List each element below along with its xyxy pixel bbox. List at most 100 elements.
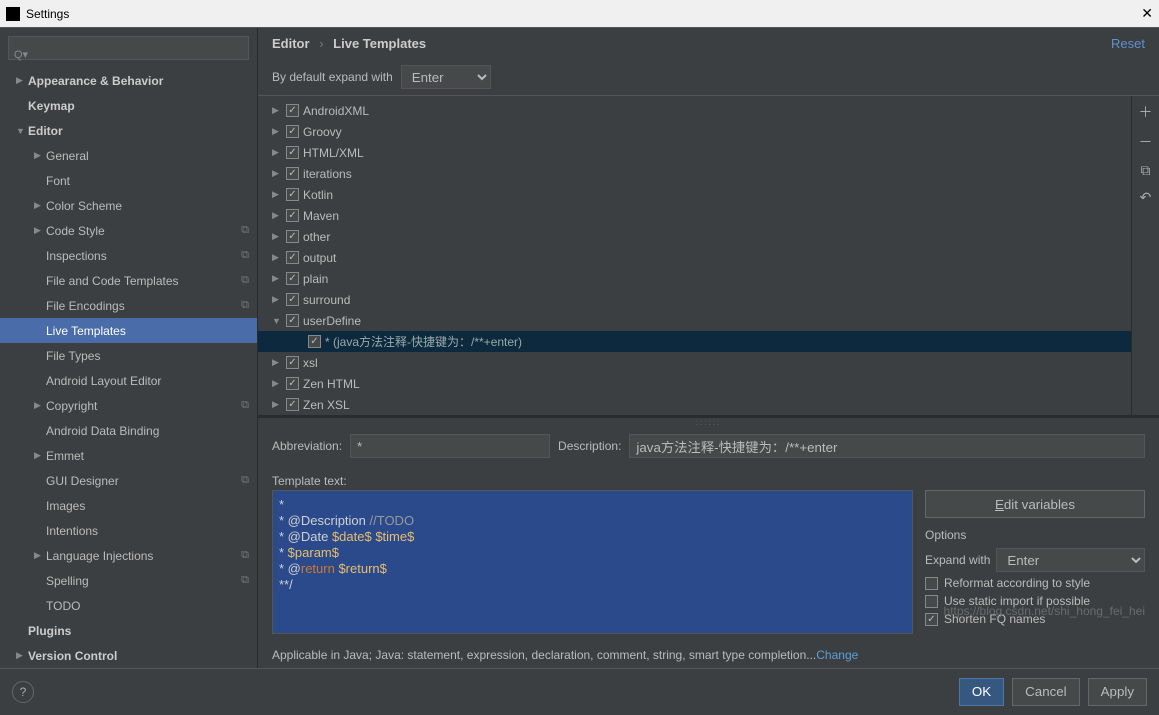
template-item[interactable]: HTML/XML xyxy=(258,142,1131,163)
sidebar-item-keymap[interactable]: Keymap xyxy=(0,93,257,118)
template-item[interactable]: Zen XSL xyxy=(258,394,1131,415)
ok-button[interactable]: OK xyxy=(959,678,1004,706)
expand-default-label: By default expand with xyxy=(272,70,393,84)
sidebar-item-general[interactable]: General xyxy=(0,143,257,168)
sidebar-item-emmet[interactable]: Emmet xyxy=(0,443,257,468)
edit-variables-button[interactable]: EEdit variablesdit variables xyxy=(925,490,1145,518)
chevron-icon xyxy=(272,126,282,137)
sidebar-item-spelling[interactable]: Spelling⧉ xyxy=(0,568,257,593)
resize-grip[interactable]: :::::: xyxy=(258,418,1159,426)
template-item[interactable]: Kotlin xyxy=(258,184,1131,205)
apply-button[interactable]: Apply xyxy=(1088,678,1147,706)
expand-with-select[interactable]: Enter xyxy=(996,548,1145,572)
change-context-link[interactable]: Change xyxy=(816,648,858,662)
scheme-icon: ⧉ xyxy=(241,399,249,412)
template-checkbox[interactable] xyxy=(308,335,321,348)
sidebar-item-plugins[interactable]: Plugins xyxy=(0,618,257,643)
sidebar-item-copyright[interactable]: Copyright⧉ xyxy=(0,393,257,418)
window-title: Settings xyxy=(26,7,69,21)
template-checkbox[interactable] xyxy=(286,272,299,285)
template-text-editor[interactable]: * * @Description //TODO * @Date $date$ $… xyxy=(272,490,913,634)
remove-icon[interactable]: － xyxy=(1139,132,1153,152)
template-checkbox[interactable] xyxy=(286,125,299,138)
sidebar-item-live-templates[interactable]: Live Templates xyxy=(0,318,257,343)
template-checkbox[interactable] xyxy=(286,230,299,243)
sidebar-item-file-types[interactable]: File Types xyxy=(0,343,257,368)
sidebar-item-color-scheme[interactable]: Color Scheme xyxy=(0,193,257,218)
template-item[interactable]: Maven xyxy=(258,205,1131,226)
template-checkbox[interactable] xyxy=(286,356,299,369)
template-item[interactable]: * (java方法注释-快捷键为：/**+enter) xyxy=(258,331,1131,352)
close-icon[interactable]: ✕ xyxy=(1141,5,1153,22)
template-checkbox[interactable] xyxy=(286,398,299,411)
chevron-icon xyxy=(272,378,282,389)
sidebar-item-editor[interactable]: Editor xyxy=(0,118,257,143)
template-checkbox[interactable] xyxy=(286,377,299,390)
template-item[interactable]: plain xyxy=(258,268,1131,289)
sidebar-item-language-injections[interactable]: Language Injections⧉ xyxy=(0,543,257,568)
titlebar: Settings ✕ xyxy=(0,0,1159,28)
sidebar-item-todo[interactable]: TODO xyxy=(0,593,257,618)
scheme-icon: ⧉ xyxy=(241,274,249,287)
template-checkbox[interactable] xyxy=(286,146,299,159)
sidebar-item-appearance-behavior[interactable]: Appearance & Behavior xyxy=(0,68,257,93)
sidebar-item-file-encodings[interactable]: File Encodings⧉ xyxy=(0,293,257,318)
template-checkbox[interactable] xyxy=(286,293,299,306)
search-input[interactable] xyxy=(8,36,249,60)
help-button[interactable]: ? xyxy=(12,681,34,703)
sidebar-item-android-layout-editor[interactable]: Android Layout Editor xyxy=(0,368,257,393)
sidebar-item-android-data-binding[interactable]: Android Data Binding xyxy=(0,418,257,443)
watermark: https://blog.csdn.net/shi_hong_fei_hei xyxy=(944,604,1145,618)
template-item[interactable]: Zen HTML xyxy=(258,373,1131,394)
sidebar-item-gui-designer[interactable]: GUI Designer⧉ xyxy=(0,468,257,493)
template-item[interactable]: xsl xyxy=(258,352,1131,373)
template-checkbox[interactable] xyxy=(286,251,299,264)
chevron-icon xyxy=(272,105,282,116)
settings-sidebar: Q▾ Appearance & BehaviorKeymapEditorGene… xyxy=(0,28,258,668)
abbreviation-input[interactable] xyxy=(350,434,550,458)
options-title: Options xyxy=(925,528,1145,542)
chevron-icon xyxy=(272,147,282,158)
description-input[interactable] xyxy=(629,434,1145,458)
copy-icon[interactable]: ⧉ xyxy=(1141,162,1151,179)
chevron-icon xyxy=(34,550,46,561)
scheme-icon: ⧉ xyxy=(241,224,249,237)
app-icon xyxy=(6,7,20,21)
template-checkbox[interactable] xyxy=(286,104,299,117)
sidebar-item-intentions[interactable]: Intentions xyxy=(0,518,257,543)
static-import-checkbox[interactable] xyxy=(925,595,938,608)
reformat-checkbox[interactable] xyxy=(925,577,938,590)
template-item[interactable]: iterations xyxy=(258,163,1131,184)
template-item[interactable]: other xyxy=(258,226,1131,247)
template-checkbox[interactable] xyxy=(286,209,299,222)
chevron-icon xyxy=(16,75,28,86)
undo-icon[interactable]: ↶ xyxy=(1140,189,1152,206)
template-item[interactable]: output xyxy=(258,247,1131,268)
template-checkbox[interactable] xyxy=(286,188,299,201)
template-checkbox[interactable] xyxy=(286,314,299,327)
templates-tree[interactable]: AndroidXMLGroovyHTML/XMLiterationsKotlin… xyxy=(258,96,1131,415)
reset-link[interactable]: Reset xyxy=(1111,36,1145,51)
templates-toolbar: ＋ － ⧉ ↶ xyxy=(1131,96,1159,415)
add-icon[interactable]: ＋ xyxy=(1139,102,1153,122)
chevron-icon xyxy=(272,399,282,410)
expand-default-select[interactable]: Enter xyxy=(401,65,491,89)
sidebar-item-version-control[interactable]: Version Control xyxy=(0,643,257,668)
sidebar-item-inspections[interactable]: Inspections⧉ xyxy=(0,243,257,268)
scheme-icon: ⧉ xyxy=(241,549,249,562)
shorten-fq-checkbox[interactable] xyxy=(925,613,938,626)
template-item[interactable]: surround xyxy=(258,289,1131,310)
template-item[interactable]: userDefine xyxy=(258,310,1131,331)
sidebar-item-code-style[interactable]: Code Style⧉ xyxy=(0,218,257,243)
template-item[interactable]: Groovy xyxy=(258,121,1131,142)
cancel-button[interactable]: Cancel xyxy=(1012,678,1080,706)
template-item[interactable]: AndroidXML xyxy=(258,100,1131,121)
abbreviation-label: Abbreviation: xyxy=(272,439,342,453)
sidebar-item-images[interactable]: Images xyxy=(0,493,257,518)
template-checkbox[interactable] xyxy=(286,167,299,180)
breadcrumb: Editor › Live Templates Reset xyxy=(258,28,1159,59)
crumb-editor[interactable]: Editor xyxy=(272,36,310,51)
sidebar-item-font[interactable]: Font xyxy=(0,168,257,193)
sidebar-item-file-and-code-templates[interactable]: File and Code Templates⧉ xyxy=(0,268,257,293)
chevron-icon xyxy=(34,150,46,161)
